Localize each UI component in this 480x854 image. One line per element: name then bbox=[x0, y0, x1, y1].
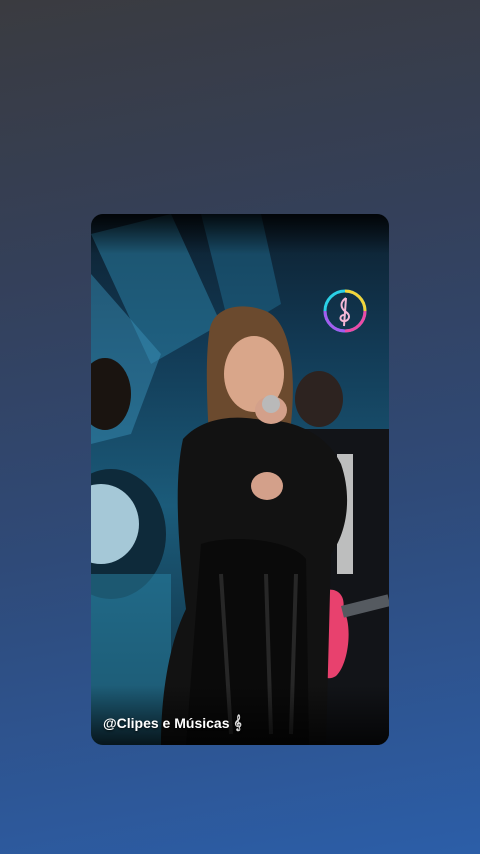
music-staff-icon: 𝄞 bbox=[233, 714, 242, 730]
top-gradient-overlay bbox=[91, 214, 389, 254]
treble-clef-logo-icon bbox=[323, 289, 367, 333]
story-video-card[interactable]: @Clipes e Músicas 𝄞 bbox=[91, 214, 389, 745]
story-caption: @Clipes e Músicas 𝄞 bbox=[103, 714, 242, 731]
caption-text: @Clipes e Músicas bbox=[103, 714, 230, 731]
